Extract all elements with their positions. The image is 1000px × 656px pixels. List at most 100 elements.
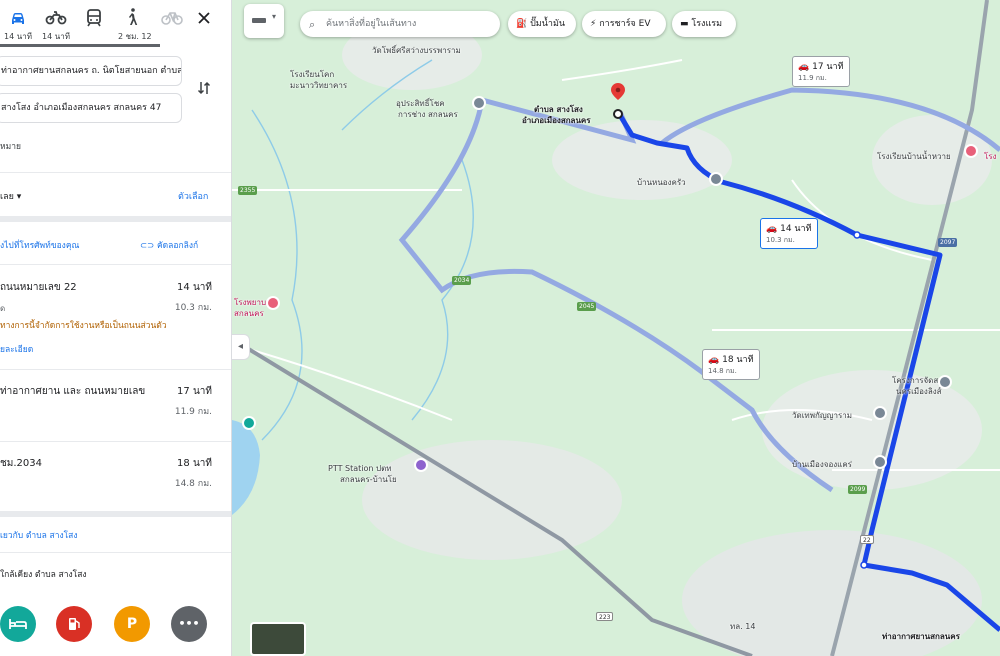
poi-marker[interactable]	[873, 406, 887, 420]
place-label: โรง	[984, 152, 997, 161]
place-label: นครเมืองลิงส์	[896, 387, 942, 396]
mode-motorcycle-label: 14 นาที	[42, 32, 70, 41]
gas-station-marker[interactable]	[414, 458, 428, 472]
map-roads	[232, 0, 1000, 656]
search-along-route[interactable]: ⌕ ค้นหาสิ่งที่อยู่ในเส้นทาง	[300, 11, 500, 37]
route-option-1[interactable]: ถนนหมายเลข 22 14 นาที ด 10.3 กม. ทางการน…	[0, 264, 231, 368]
add-destination-link[interactable]: หมาย	[0, 139, 21, 153]
chip-hotel[interactable]: ▬ โรงแรม	[672, 11, 736, 37]
divider	[0, 172, 231, 173]
mode-motorcycle[interactable]: 14 นาที	[42, 6, 70, 43]
depart-now-select[interactable]: เลย ▾	[0, 189, 21, 203]
layers-icon	[252, 18, 266, 23]
route-distance: 14.8 กม.	[174, 479, 212, 489]
search-input[interactable]: ค้นหาสิ่งที่อยู่ในเส้นทาง	[326, 19, 416, 29]
place-label: วัดโพธิ์ศรีสว่างบรรพาราม	[372, 46, 461, 55]
highway-shield: 2097	[938, 238, 958, 247]
more-button[interactable]: •••	[171, 606, 207, 642]
highway-shield: 2034	[452, 276, 472, 285]
route-callout-14[interactable]: 🚗 14 นาที 10.3 กม.	[760, 218, 818, 249]
chip-ev[interactable]: ⚡ การชาร์จ EV	[582, 11, 666, 37]
mode-car[interactable]: 14 นาที	[4, 6, 32, 43]
route-sub: ด	[0, 304, 6, 313]
poi-marker[interactable]	[709, 172, 723, 186]
chevron-left-icon: ◂	[237, 341, 244, 352]
place-label: ทล. 14	[730, 622, 756, 631]
parking-button[interactable]: P	[114, 606, 150, 642]
walking-icon	[118, 6, 146, 28]
swap-icon[interactable]	[196, 80, 212, 96]
destination-field[interactable]: สางโสง อำเภอเมืองสกลนคร สกลนคร 47	[0, 93, 182, 123]
poi-marker[interactable]	[938, 375, 952, 389]
place-label: บ้านเมืองจองแคร่	[792, 460, 852, 469]
route-option-3[interactable]: ชม.2034 18 นาที 14.8 กม.	[0, 441, 231, 511]
map-canvas[interactable]: 2355 2034 2045 2099 2097 22 223 ▾ ⌕ ค้นห…	[232, 0, 1000, 656]
place-label: วัดเทพกัญญาราม	[792, 411, 852, 420]
route-name: ท่าอากาศยาน และ ถนนหมายเลข	[0, 386, 146, 397]
motorcycle-icon	[42, 6, 70, 28]
route-time: 18 นาที	[177, 458, 212, 469]
route-callout-18[interactable]: 🚗 18 นาที 14.8 กม.	[702, 349, 760, 380]
gas-icon	[67, 618, 81, 636]
route-details-link[interactable]: ยละเอียด	[0, 342, 33, 356]
place-label: สกลนคร-บ้านโย	[340, 475, 397, 484]
mode-transit[interactable]	[80, 6, 108, 30]
place-label: มะนาววิทยาคาร	[290, 81, 348, 90]
close-icon[interactable]	[196, 10, 212, 26]
park-marker[interactable]	[242, 416, 256, 430]
mode-bicycle[interactable]	[158, 6, 186, 30]
poi-marker[interactable]	[472, 96, 486, 110]
train-icon	[80, 6, 108, 28]
destination-value: สางโสง อำเภอเมืองสกลนคร สกลนคร 47	[1, 103, 162, 113]
route-callout-17[interactable]: 🚗 17 นาที 11.9 กม.	[792, 56, 850, 87]
destination-sublabel: อำเภอเมืองสกลนคร	[522, 116, 591, 125]
callout-time: 🚗 17 นาที	[798, 59, 844, 73]
highway-shield: 2099	[848, 485, 868, 494]
options-button[interactable]: ตัวเลือก	[178, 189, 208, 203]
hotel-marker[interactable]	[964, 144, 978, 158]
chip-gas[interactable]: ⛽ ปั๊มน้ำมัน	[508, 11, 576, 37]
hospital-marker[interactable]	[266, 296, 280, 310]
chevron-down-icon: ▾	[272, 12, 277, 21]
layers-button[interactable]: ▾	[244, 4, 284, 38]
poi-marker[interactable]	[873, 455, 887, 469]
nearby-heading: ใกล้เคียง ตำบล สางโสง	[0, 570, 87, 580]
copy-link-button[interactable]: ⊂⊃ คัดลอกลิงก์	[140, 238, 198, 252]
chip-gas-label: ปั๊มน้ำมัน	[530, 19, 566, 29]
chip-ev-label: การชาร์จ EV	[599, 19, 651, 29]
explore-link[interactable]: เยวกับ ตำบล สางโสง	[0, 528, 78, 542]
link-icon: ⊂⊃	[140, 241, 155, 251]
parking-icon: P	[126, 616, 138, 632]
car-icon: 🚗	[766, 224, 778, 234]
mode-underline	[0, 44, 160, 47]
search-icon: ⌕	[309, 18, 316, 31]
route-option-2[interactable]: ท่าอากาศยาน และ ถนนหมายเลข 17 นาที 11.9 …	[0, 369, 231, 441]
mode-walk-label: 2 ชม. 12	[118, 32, 152, 41]
divider	[0, 511, 231, 517]
gas-button[interactable]	[56, 606, 92, 642]
hotel-button[interactable]	[0, 606, 36, 642]
route-time: 14 นาที	[177, 282, 212, 293]
place-label: สกลนคร	[234, 309, 264, 318]
route-time: 17 นาที	[177, 386, 212, 397]
bed-icon	[9, 619, 27, 635]
route-distance: 10.3 กม.	[174, 303, 212, 313]
highway-shield: 22	[860, 535, 874, 544]
ev-charger-icon: ⚡	[590, 19, 597, 29]
route-name: ชม.2034	[0, 458, 43, 469]
car-icon: 🚗	[708, 355, 720, 365]
directions-panel: 14 นาที 14 นาที 2 ชม. 12 ท่าอากาศยานสกลน…	[0, 0, 232, 656]
street-view-thumbnail[interactable]	[250, 622, 306, 656]
depart-label: เลย	[0, 192, 14, 202]
send-to-phone-link[interactable]: งไปที่โทรศัพท์ของคุณ	[0, 238, 79, 252]
origin-field[interactable]: ท่าอากาศยานสกลนคร ถ. นิตโยสายนอก ตำบล	[0, 56, 182, 86]
route-distance: 11.9 กม.	[174, 407, 212, 417]
callout-distance: 14.8 กม.	[708, 367, 737, 375]
car-icon	[4, 6, 32, 28]
collapse-panel-button[interactable]: ◂	[232, 334, 250, 360]
mode-car-label: 14 นาที	[4, 32, 32, 41]
place-label: การช่าง สกลนคร	[398, 110, 458, 119]
bed-icon: ▬	[680, 19, 689, 29]
car-icon: 🚗	[798, 62, 810, 72]
mode-walk[interactable]: 2 ชม. 12	[118, 6, 152, 43]
